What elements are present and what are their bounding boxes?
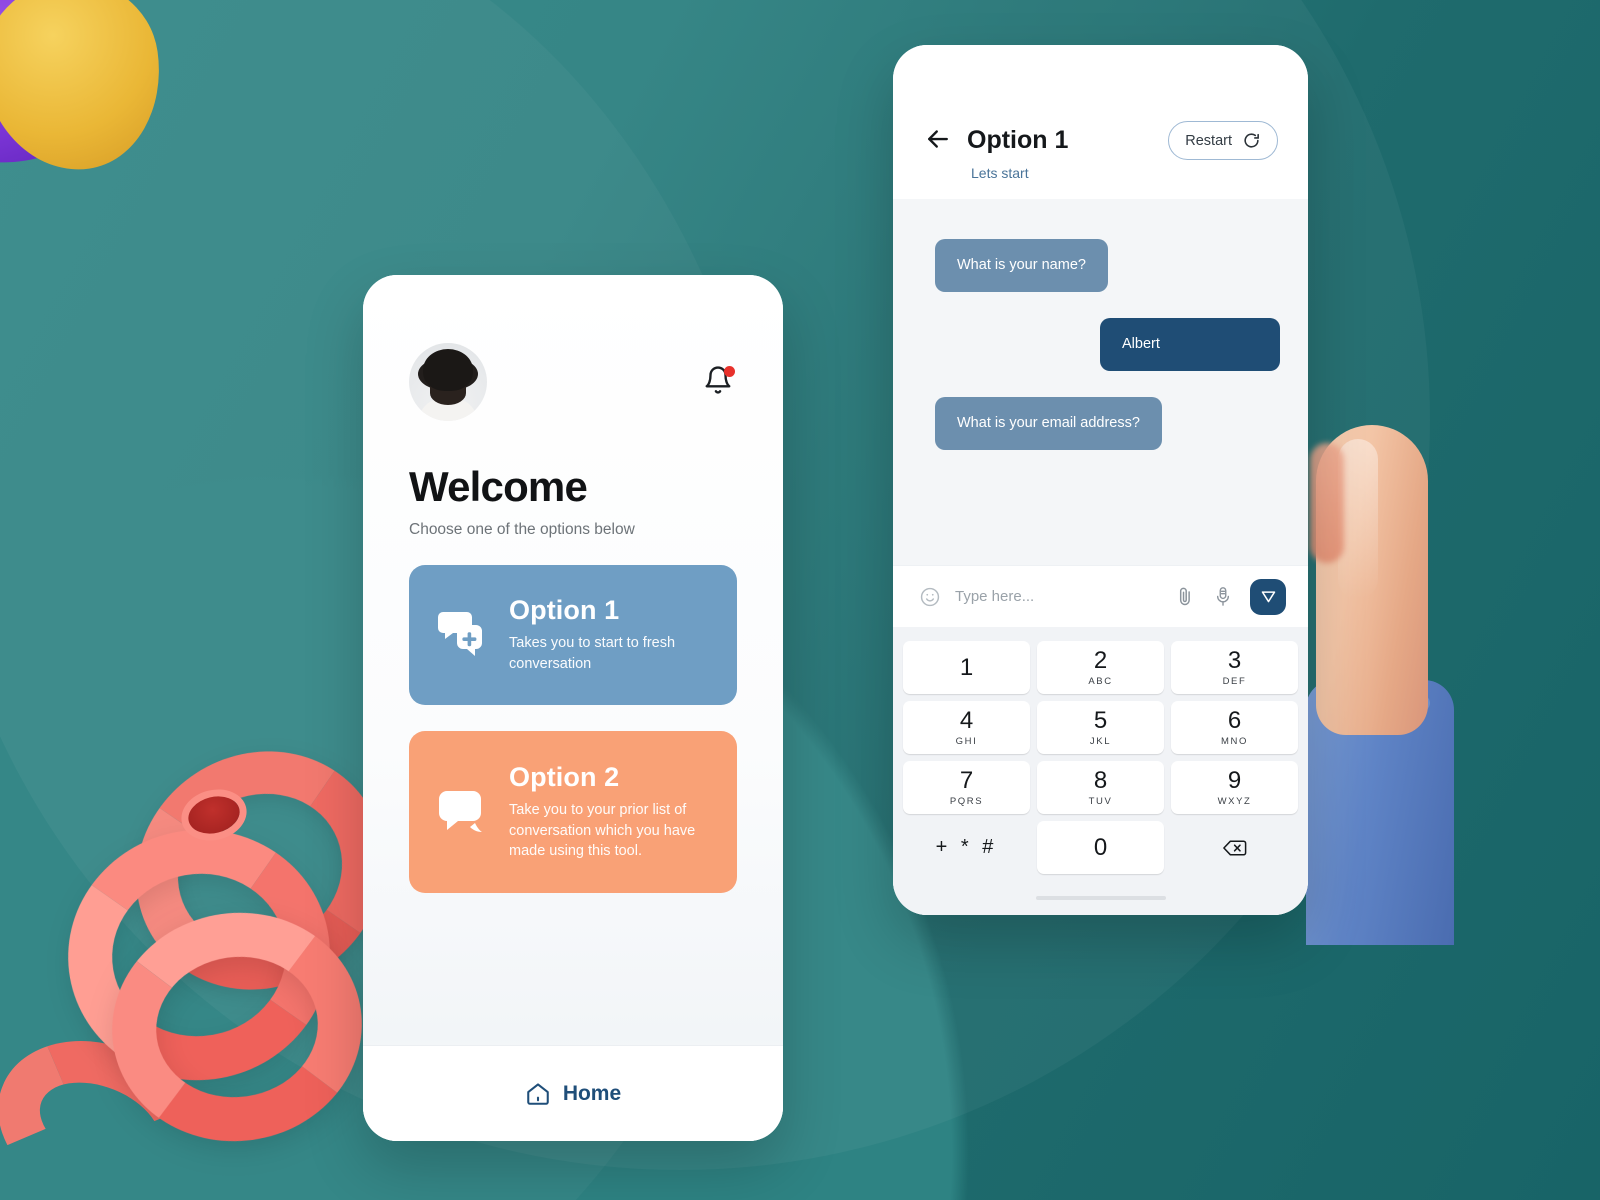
option-2-card[interactable]: Option 2 Take you to your prior list of … bbox=[409, 731, 737, 893]
decorative-hand-holding-phone bbox=[1306, 425, 1478, 945]
key-2-letters: ABC bbox=[1088, 675, 1113, 687]
key-3-letters: DEF bbox=[1222, 675, 1247, 687]
key-2[interactable]: 2 ABC bbox=[1037, 641, 1164, 694]
key-symbols-label: + * # bbox=[935, 836, 998, 858]
chat-subtitle: Lets start bbox=[971, 165, 1029, 181]
option-2-title: Option 2 bbox=[509, 762, 620, 793]
message-input-bar: Type here... bbox=[893, 565, 1308, 627]
key-0[interactable]: 0 bbox=[1037, 821, 1164, 874]
page-title: Welcome bbox=[409, 463, 588, 510]
send-icon bbox=[1259, 587, 1278, 606]
welcome-phone-mockup: Welcome Choose one of the options below bbox=[363, 275, 783, 1141]
home-indicator-bar bbox=[1035, 896, 1166, 900]
key-3-number: 3 bbox=[1227, 646, 1242, 674]
key-8-letters: TUV bbox=[1088, 795, 1113, 807]
arrow-left-icon bbox=[923, 124, 957, 154]
page-background bbox=[0, 0, 1600, 1200]
avatar-hair bbox=[423, 349, 473, 391]
key-0-number: 0 bbox=[1093, 833, 1108, 861]
chat-screen: Option 1 Restart Lets start What is your… bbox=[893, 45, 1308, 915]
microphone-icon[interactable] bbox=[1212, 584, 1236, 610]
smiley-icon[interactable] bbox=[919, 586, 941, 608]
bottom-nav-home[interactable]: Home bbox=[363, 1045, 783, 1141]
key-symbols[interactable]: + * # bbox=[903, 821, 1030, 874]
welcome-screen: Welcome Choose one of the options below bbox=[363, 275, 783, 1141]
key-6[interactable]: 6 MNO bbox=[1171, 701, 1298, 754]
message-bubble-user: Albert bbox=[1100, 317, 1280, 371]
decorative-coral-spiral bbox=[0, 728, 410, 1200]
message-input[interactable]: Type here... bbox=[955, 588, 1160, 605]
notification-badge-dot bbox=[724, 366, 735, 377]
key-4-number: 4 bbox=[959, 706, 974, 734]
chat-bubbles-plus-icon bbox=[433, 606, 491, 664]
thumb-shadow bbox=[1310, 443, 1344, 563]
key-5-letters: JKL bbox=[1089, 735, 1112, 747]
key-7[interactable]: 7 PQRS bbox=[903, 761, 1030, 814]
key-7-letters: PQRS bbox=[949, 795, 984, 807]
keypad-row: 1 2 ABC 3 DEF bbox=[903, 641, 1298, 694]
home-icon bbox=[525, 1081, 551, 1107]
chat-phone-mockup: Option 1 Restart Lets start What is your… bbox=[893, 45, 1308, 915]
notification-button[interactable] bbox=[703, 365, 737, 399]
option-1-description: Takes you to start to fresh conversation bbox=[509, 635, 676, 672]
key-5-number: 5 bbox=[1093, 706, 1108, 734]
home-indicator-area bbox=[903, 881, 1298, 915]
message-list: What is your name? Albert What is your e… bbox=[893, 199, 1308, 565]
key-backspace[interactable] bbox=[1171, 821, 1298, 874]
thumb-highlight bbox=[1338, 439, 1378, 599]
key-2-number: 2 bbox=[1093, 646, 1108, 674]
message-bubble-bot: What is your name? bbox=[935, 239, 1108, 292]
chat-header: Option 1 Restart Lets start bbox=[893, 45, 1308, 199]
option-2-description: Take you to your prior list of conversat… bbox=[509, 802, 696, 860]
backspace-icon bbox=[1222, 838, 1248, 858]
key-5[interactable]: 5 JKL bbox=[1037, 701, 1164, 754]
send-button[interactable] bbox=[1250, 578, 1286, 615]
page-subtitle: Choose one of the options below bbox=[409, 521, 635, 538]
key-4-letters: GHI bbox=[955, 735, 978, 747]
refresh-icon bbox=[1242, 131, 1261, 150]
restart-label: Restart bbox=[1185, 132, 1232, 149]
option-1-text: Option 1 Takes you to start to fresh con… bbox=[509, 595, 713, 674]
option-2-text: Option 2 Take you to your prior list of … bbox=[509, 762, 713, 862]
home-label: Home bbox=[562, 1081, 622, 1105]
numeric-keypad: 1 2 ABC 3 DEF 4 GHI 5 JKL 6 MNO 7 PQRS 8… bbox=[893, 627, 1308, 915]
decorative-blob-cluster bbox=[0, 0, 260, 250]
key-6-letters: MNO bbox=[1221, 735, 1248, 747]
keypad-row: + * # 0 bbox=[903, 821, 1298, 874]
avatar[interactable] bbox=[409, 343, 487, 421]
keypad-row: 4 GHI 5 JKL 6 MNO bbox=[903, 701, 1298, 754]
welcome-content: Welcome Choose one of the options below bbox=[363, 275, 783, 1045]
key-7-number: 7 bbox=[959, 766, 974, 794]
keypad-row: 7 PQRS 8 TUV 9 WXYZ bbox=[903, 761, 1298, 814]
chat-title: Option 1 bbox=[967, 126, 1069, 154]
back-button[interactable] bbox=[923, 124, 957, 158]
paperclip-icon[interactable] bbox=[1174, 584, 1198, 610]
welcome-header-row bbox=[409, 343, 737, 421]
key-8[interactable]: 8 TUV bbox=[1037, 761, 1164, 814]
key-9-number: 9 bbox=[1227, 766, 1242, 794]
key-6-number: 6 bbox=[1227, 706, 1242, 734]
option-1-title: Option 1 bbox=[509, 595, 620, 626]
key-9[interactable]: 9 WXYZ bbox=[1171, 761, 1298, 814]
message-bubble-bot: What is your email address? bbox=[935, 396, 1162, 450]
key-4[interactable]: 4 GHI bbox=[903, 701, 1030, 754]
key-9-letters: WXYZ bbox=[1217, 795, 1252, 807]
chat-bubble-icon bbox=[433, 783, 491, 841]
key-3[interactable]: 3 DEF bbox=[1171, 641, 1298, 694]
chat-header-row: Option 1 Restart bbox=[923, 121, 1278, 160]
key-1-number: 1 bbox=[959, 653, 974, 681]
restart-button[interactable]: Restart bbox=[1168, 121, 1278, 160]
option-1-card[interactable]: Option 1 Takes you to start to fresh con… bbox=[409, 565, 737, 705]
key-8-number: 8 bbox=[1093, 766, 1108, 794]
key-1[interactable]: 1 bbox=[903, 641, 1030, 694]
